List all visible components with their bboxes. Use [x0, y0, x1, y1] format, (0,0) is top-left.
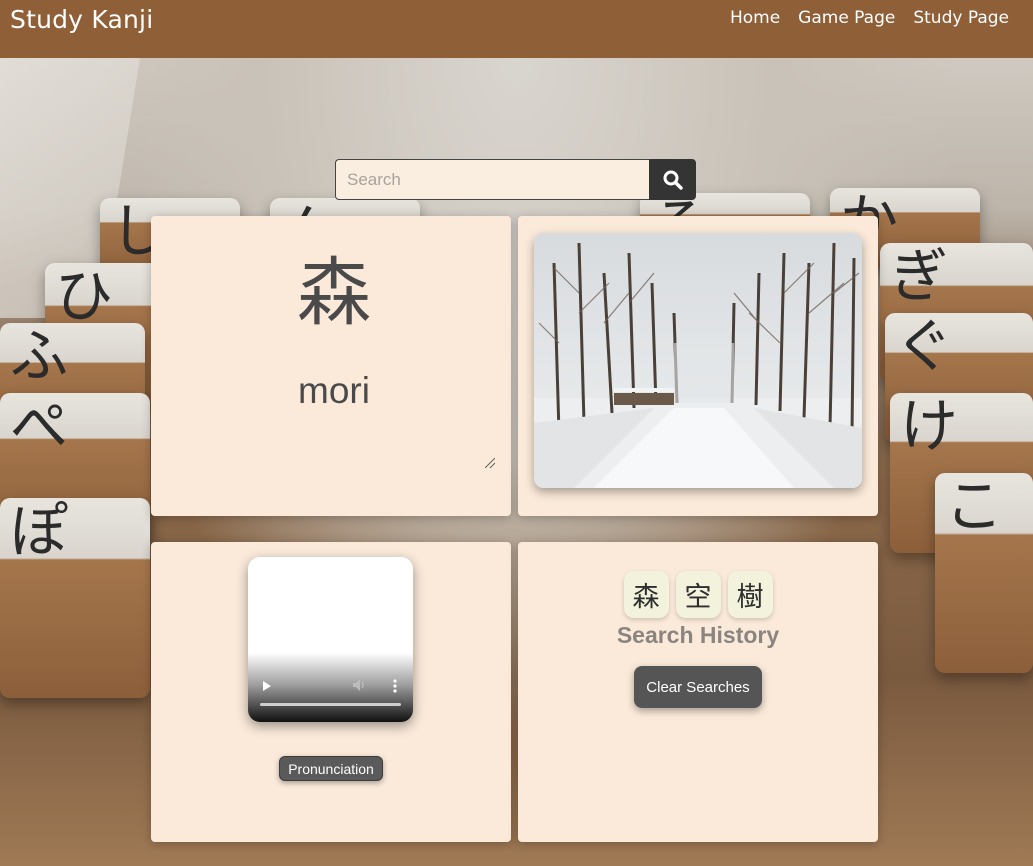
- more-options-icon[interactable]: [393, 679, 397, 693]
- progress-track[interactable]: [260, 703, 401, 706]
- search-history-card: 森 空 樹 Search History Clear Searches: [518, 542, 878, 842]
- nav-link-study-page[interactable]: Study Page: [913, 8, 1009, 28]
- history-chip[interactable]: 樹: [727, 571, 773, 618]
- kanji-card: 森 mori: [151, 216, 511, 516]
- history-chips: 森 空 樹: [518, 571, 878, 618]
- kanji-reading: mori: [298, 370, 370, 411]
- clear-searches-button[interactable]: Clear Searches: [634, 666, 762, 708]
- history-chip[interactable]: 空: [675, 571, 721, 618]
- search-icon: [663, 170, 683, 190]
- search-history-title: Search History: [616, 622, 780, 648]
- brand-title[interactable]: Study Kanji: [10, 5, 153, 34]
- background-block: こ: [935, 473, 1033, 673]
- background-block: ぽ: [0, 498, 150, 698]
- play-icon[interactable]: [262, 680, 272, 692]
- audio-player[interactable]: [248, 557, 413, 722]
- nav-link-home[interactable]: Home: [730, 8, 780, 28]
- history-chip[interactable]: 森: [623, 571, 669, 618]
- search-bar: [335, 159, 696, 200]
- nav-link-game-page[interactable]: Game Page: [798, 8, 895, 28]
- kanji-photo: [534, 233, 862, 488]
- nav-links: Home Game Page Study Page: [730, 8, 1009, 28]
- kanji-textarea[interactable]: 森 mori: [171, 234, 497, 469]
- navbar: Study Kanji Home Game Page Study Page: [0, 0, 1033, 58]
- search-button[interactable]: [649, 159, 696, 200]
- audio-card: Pronunciation: [151, 542, 511, 842]
- kanji-character: 森: [297, 250, 371, 336]
- resize-grip-icon[interactable]: [485, 458, 495, 468]
- pronunciation-button[interactable]: Pronunciation: [279, 756, 383, 781]
- volume-icon[interactable]: [352, 678, 368, 692]
- image-card: [518, 216, 878, 516]
- search-input[interactable]: [335, 159, 649, 200]
